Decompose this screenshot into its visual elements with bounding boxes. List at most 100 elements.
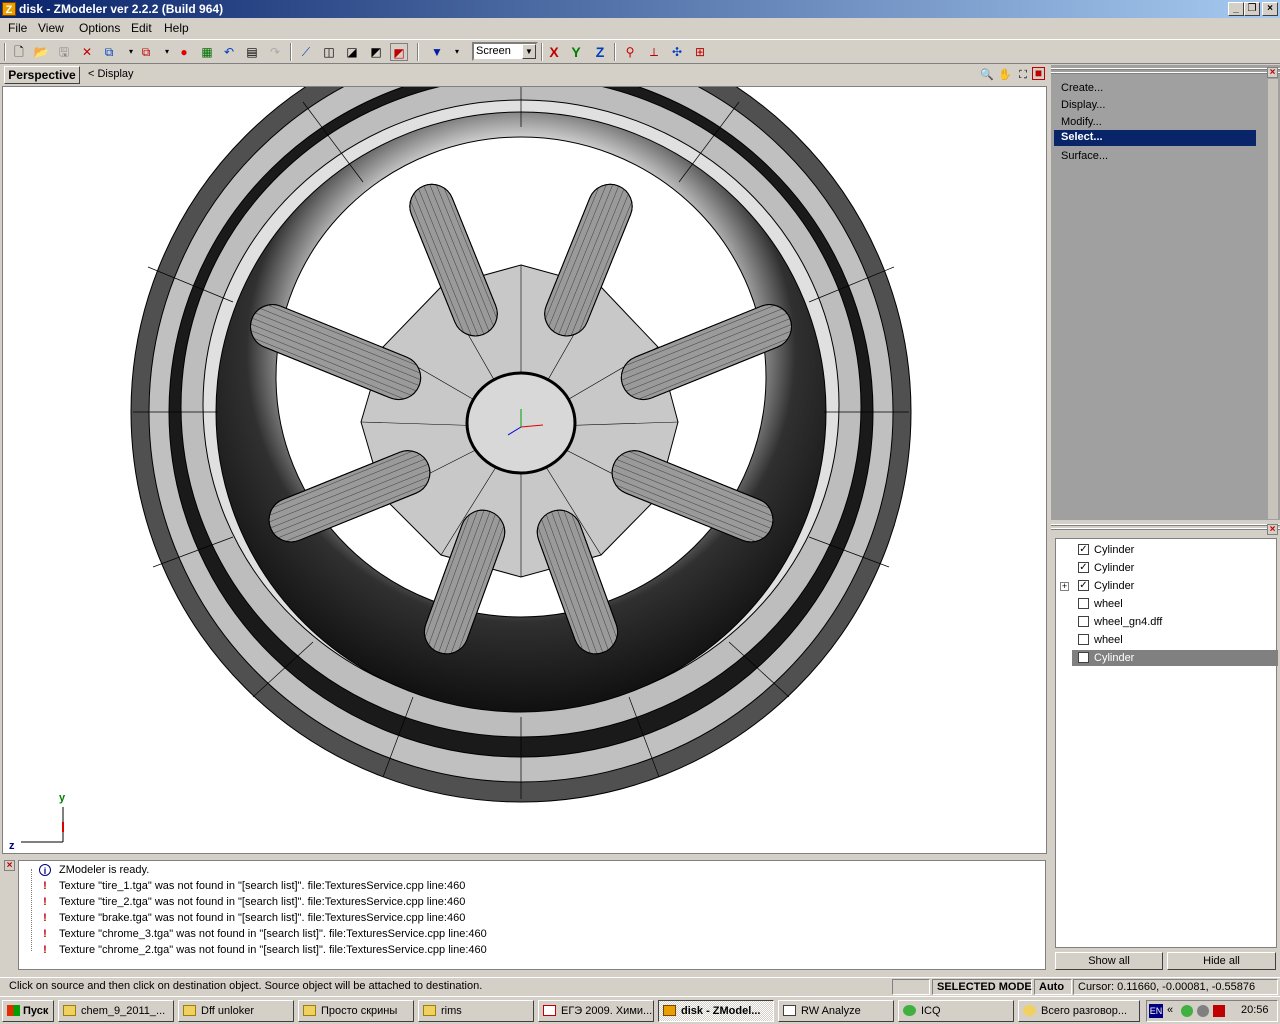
command-select[interactable]: Select...: [1054, 130, 1256, 146]
chevron-down-icon[interactable]: ▼: [522, 44, 536, 59]
log-line: Texture "chrome_3.tga" was not found in …: [59, 928, 487, 940]
windows-logo-icon: [7, 1005, 20, 1016]
snap-icon[interactable]: ⚲: [621, 43, 639, 61]
tree-connector: [31, 869, 32, 951]
start-button[interactable]: Пуск: [2, 1000, 54, 1022]
face-mode-icon[interactable]: ◫: [320, 43, 338, 61]
menu-view[interactable]: View: [38, 21, 64, 35]
taskbar-item[interactable]: ЕГЭ 2009. Хими...: [538, 1000, 654, 1022]
show-all-button[interactable]: Show all: [1055, 952, 1163, 970]
object-mode-icon[interactable]: ◩: [367, 43, 385, 61]
vertex-mode-icon[interactable]: ⟋: [297, 43, 315, 61]
transform-icon[interactable]: ✣: [668, 43, 686, 61]
command-modify[interactable]: Modify...: [1061, 116, 1102, 128]
antivirus-tray-icon[interactable]: [1213, 1005, 1225, 1017]
polygon-mode-icon[interactable]: ◪: [343, 43, 361, 61]
visibility-checkbox[interactable]: ✓: [1078, 652, 1089, 663]
axis-gizmo: y z: [9, 792, 66, 852]
3d-viewport[interactable]: y z: [2, 86, 1047, 854]
command-surface[interactable]: Surface...: [1061, 150, 1108, 162]
open-file-icon[interactable]: 📂: [32, 43, 50, 61]
visibility-checkbox[interactable]: [1078, 616, 1089, 627]
export-dropdown-icon[interactable]: ▾: [158, 43, 176, 61]
save-file-icon[interactable]: 🖫: [55, 43, 73, 61]
taskbar-item[interactable]: chem_9_2011_...: [58, 1000, 174, 1022]
object-tree[interactable]: ✓ Cylinder ✓ Cylinder + ✓ Cylinder wheel wh…: [1055, 538, 1278, 948]
coord-mode-value: Screen: [476, 45, 511, 57]
taskbar-item-active[interactable]: disk - ZModel...: [658, 1000, 774, 1022]
taskbar-item[interactable]: ICQ: [898, 1000, 1014, 1022]
icq-tray-icon[interactable]: [1181, 1005, 1193, 1017]
visibility-checkbox[interactable]: [1078, 598, 1089, 609]
redo-icon[interactable]: ↷: [266, 43, 284, 61]
import-icon[interactable]: ⧉: [100, 43, 118, 61]
new-file-icon[interactable]: 🗋: [10, 43, 28, 61]
taskbar-item[interactable]: Всего разговор...: [1018, 1000, 1140, 1022]
coord-mode-select[interactable]: Screen ▼: [472, 42, 538, 61]
panel-grip[interactable]: [1051, 524, 1280, 532]
taskbar-item-label: rims: [441, 1005, 462, 1017]
export-icon[interactable]: ⧉: [137, 43, 155, 61]
material-icon[interactable]: ▦: [198, 43, 216, 61]
panel-grip[interactable]: [1051, 68, 1280, 76]
title-bar[interactable]: Z disk - ZModeler ver 2.2.2 (Build 964) …: [0, 0, 1280, 18]
selected-mode-icon[interactable]: ◩: [390, 43, 408, 61]
bucket-icon[interactable]: ▼: [428, 43, 446, 61]
taskbar-item[interactable]: Просто скрины: [298, 1000, 414, 1022]
axis-z-toggle[interactable]: Z: [591, 43, 609, 61]
close-icon[interactable]: ×: [1267, 67, 1278, 78]
toolbar-separator: [417, 43, 419, 61]
taskbar-item[interactable]: Dff unloker: [178, 1000, 294, 1022]
properties-icon[interactable]: ▤: [243, 43, 261, 61]
folder-icon: [423, 1005, 436, 1016]
axes-icon[interactable]: ⟂: [645, 43, 663, 61]
bucket-dropdown-icon[interactable]: ▾: [448, 43, 466, 61]
pan-hand-icon[interactable]: ✋: [996, 66, 1014, 84]
record-icon[interactable]: ●: [175, 43, 193, 61]
command-panel: × Create... Display... Modify... Select.…: [1051, 65, 1280, 520]
axis-y-toggle[interactable]: Y: [567, 43, 585, 61]
stop-icon[interactable]: ■: [1032, 67, 1045, 80]
taskbar: Пуск chem_9_2011_... Dff unloker Просто …: [0, 996, 1280, 1024]
hide-all-button[interactable]: Hide all: [1167, 952, 1276, 970]
menu-file[interactable]: File: [8, 21, 27, 35]
close-button[interactable]: ×: [1262, 2, 1278, 16]
language-indicator[interactable]: EN: [1149, 1004, 1163, 1018]
warning-icon: !: [43, 928, 47, 940]
minimize-button[interactable]: _: [1228, 2, 1244, 16]
undo-icon[interactable]: ↶: [220, 43, 238, 61]
warning-icon: !: [43, 912, 47, 924]
zoom-icon[interactable]: 🔍: [978, 66, 996, 84]
axis-x-toggle[interactable]: X: [545, 43, 563, 61]
maximize-view-icon[interactable]: ⛶: [1014, 66, 1032, 84]
network-tray-icon[interactable]: [1197, 1005, 1209, 1017]
menu-help[interactable]: Help: [164, 21, 189, 35]
grid-icon[interactable]: ⊞: [691, 43, 709, 61]
pdf-icon: [543, 1005, 556, 1016]
visibility-checkbox[interactable]: ✓: [1078, 562, 1089, 573]
visibility-checkbox[interactable]: ✓: [1078, 580, 1089, 591]
menu-edit[interactable]: Edit: [131, 21, 152, 35]
visibility-checkbox[interactable]: [1078, 634, 1089, 645]
delete-icon[interactable]: ✕: [78, 43, 96, 61]
tree-item-selected[interactable]: ✓ Cylinder: [1072, 650, 1278, 666]
viewport-display-menu[interactable]: < Display: [88, 68, 134, 80]
close-icon[interactable]: ×: [1267, 524, 1278, 535]
log-list[interactable]: i ZModeler is ready. ! Texture "tire_1.t…: [18, 860, 1046, 970]
chat-icon: [1023, 1005, 1036, 1016]
taskbar-item[interactable]: RW Analyze: [778, 1000, 894, 1022]
command-display[interactable]: Display...: [1061, 99, 1105, 111]
command-create[interactable]: Create...: [1061, 82, 1103, 94]
viewport-tab-perspective[interactable]: Perspective: [4, 66, 80, 84]
expand-plus-icon[interactable]: +: [1060, 582, 1069, 591]
panel-scrollbar[interactable]: [1268, 79, 1278, 519]
main-toolbar: 🗋 📂 🖫 ✕ ⧉ ▾ ⧉ ▾ ● ▦ ↶ ▤ ↷ ⟋ ◫ ◪ ◩ ◩ ▼ ▾ …: [0, 39, 1280, 64]
taskbar-item[interactable]: rims: [418, 1000, 534, 1022]
zmodeler-app-icon[interactable]: Z: [2, 2, 16, 16]
menu-options[interactable]: Options: [79, 21, 120, 35]
close-icon[interactable]: ×: [4, 860, 15, 871]
restore-button[interactable]: ❐: [1244, 2, 1260, 16]
cursor-coordinates: Cursor: 0.11660, -0.00081, -0.55876: [1073, 979, 1278, 995]
visibility-checkbox[interactable]: ✓: [1078, 544, 1089, 555]
tray-expand-icon[interactable]: «: [1167, 1004, 1173, 1016]
